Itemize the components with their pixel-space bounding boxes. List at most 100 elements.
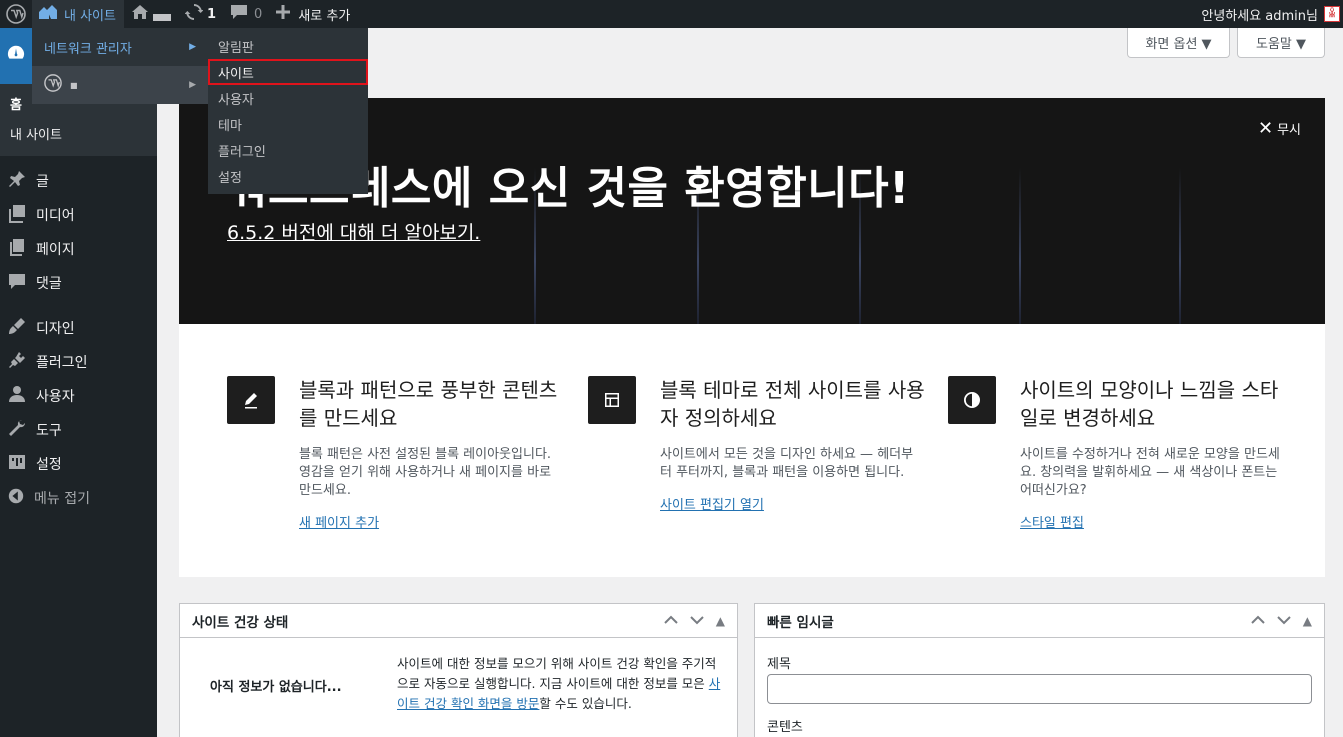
- submenu-plugins[interactable]: 플러그인: [208, 137, 368, 163]
- comment-bubble-icon: [230, 4, 248, 24]
- no-info-text: 아직 정보가 없습니다...: [210, 680, 342, 695]
- avatar: ꊎ: [1324, 6, 1340, 22]
- sidebar-item-label: 미디어: [36, 208, 75, 224]
- description-text-end: 할 수도 있습니다.: [539, 696, 632, 711]
- site-health-description: 사이트에 대한 정보를 모으기 위해 사이트 건강 확인을 주기적으로 자동으로…: [397, 654, 727, 714]
- chevron-down-icon[interactable]: [690, 614, 704, 628]
- sidebar-item-media[interactable]: 미디어: [0, 198, 157, 232]
- submenu-settings[interactable]: 설정: [208, 163, 368, 189]
- sidebar-item-label: 메뉴 접기: [34, 491, 90, 507]
- pin-icon: [7, 169, 36, 193]
- my-sites-icon: [38, 4, 58, 24]
- submenu-themes[interactable]: 테마: [208, 111, 368, 137]
- submenu-sites[interactable]: 사이트: [208, 59, 368, 85]
- site-menu-item[interactable]: ■ ▶: [32, 66, 208, 104]
- toggle-panel-icon[interactable]: ▲: [1303, 614, 1312, 628]
- my-account-menu[interactable]: 안녕하세요 admin님 ꊎ: [1194, 0, 1343, 28]
- sidebar-item-appearance[interactable]: 디자인: [0, 311, 157, 345]
- submenu-users[interactable]: 사용자: [208, 85, 368, 111]
- column-text: 사이트를 수정하거나 전혀 새로운 모양을 만드세요. 창의력을 발휘하세요 —…: [1020, 447, 1280, 498]
- wordpress-logo-icon: [44, 74, 62, 96]
- sidebar-collapse-menu[interactable]: 메뉴 접기: [0, 481, 157, 515]
- sidebar-item-label: 글: [36, 174, 49, 190]
- tools-icon: [7, 418, 36, 442]
- collapse-icon: [7, 487, 34, 509]
- sidebar-item-posts[interactable]: 글: [0, 164, 157, 198]
- plugins-icon: [7, 350, 36, 374]
- dashboard-icon: [7, 44, 25, 66]
- sidebar-sub-my-sites[interactable]: 내 사이트: [0, 118, 157, 148]
- sidebar-item-label: 사용자: [36, 389, 75, 405]
- content-label: 콘텐츠: [767, 720, 803, 735]
- wordpress-logo-icon[interactable]: [0, 0, 32, 28]
- column-title: 블록과 패턴으로 풍부한 콘텐츠를 만드세요: [299, 378, 558, 430]
- appearance-icon: [7, 316, 36, 340]
- dismiss-button[interactable]: ✕ 무시: [1258, 118, 1301, 139]
- sidebar-item-pages[interactable]: 페이지: [0, 232, 157, 266]
- new-content-menu[interactable]: 새로 추가: [269, 0, 357, 28]
- chevron-up-icon[interactable]: [1251, 614, 1265, 628]
- sidebar-item-users[interactable]: 사용자: [0, 379, 157, 413]
- add-new-page-link[interactable]: 새 페이지 추가: [299, 512, 564, 531]
- new-content-label: 새로 추가: [298, 8, 351, 24]
- column-title: 사이트의 모양이나 느낌을 스타일로 변경하세요: [1020, 378, 1279, 430]
- my-sites-label: 내 사이트: [64, 8, 116, 24]
- my-sites-dropdown: 네트워크 관리자 ▶ ■ ▶: [32, 28, 208, 104]
- sidebar-item-plugins[interactable]: 플러그인: [0, 345, 157, 379]
- title-label: 제목: [767, 657, 791, 672]
- submenu-dashboard[interactable]: 알림판: [208, 33, 368, 59]
- chevron-down-icon[interactable]: [1277, 614, 1291, 628]
- sidebar-item-settings[interactable]: 설정: [0, 447, 157, 481]
- media-icon: [7, 203, 36, 227]
- plus-icon: [276, 5, 291, 23]
- site-health-widget: 사이트 건강 상태 ▲ 아직 정보가 없습니다... 사이트에 대한 정보를 모…: [179, 603, 738, 737]
- dismiss-label: 무시: [1277, 123, 1301, 138]
- comments-menu[interactable]: 0: [223, 0, 269, 28]
- network-admin-submenu: 알림판 사이트 사용자 테마 플러그인 설정: [208, 28, 368, 194]
- chevron-up-icon[interactable]: [664, 614, 678, 628]
- version-link[interactable]: 6.5.2 버전에 대해 더 알아보기.: [227, 218, 480, 245]
- widget-title: 사이트 건강 상태: [192, 614, 289, 631]
- sidebar-item-label: 도구: [36, 423, 62, 439]
- users-icon: [7, 384, 36, 408]
- updates-menu[interactable]: 1: [178, 0, 223, 28]
- widget-title: 빠른 임시글: [767, 614, 834, 631]
- network-admin-menu-item[interactable]: 네트워크 관리자 ▶: [32, 28, 208, 66]
- draft-title-input[interactable]: [767, 674, 1312, 704]
- site-home-menu[interactable]: [124, 0, 178, 28]
- close-icon: ✕: [1257, 118, 1274, 139]
- home-icon: [131, 4, 149, 24]
- edit-styles-link[interactable]: 스타일 편집: [1020, 512, 1285, 531]
- sidebar-item-label: 댓글: [36, 276, 62, 292]
- sidebar-item-tools[interactable]: 도구: [0, 413, 157, 447]
- comments-icon: [7, 271, 36, 295]
- styles-icon: [948, 376, 996, 424]
- updates-icon: [184, 3, 204, 25]
- comments-count: 0: [254, 6, 263, 22]
- updates-count: 1: [206, 6, 217, 22]
- sidebar-item-label: 플러그인: [36, 355, 88, 371]
- greeting-text: 안녕하세요 admin님: [1201, 8, 1318, 24]
- my-sites-menu[interactable]: 내 사이트: [32, 0, 124, 28]
- layout-icon: [588, 376, 636, 424]
- toggle-panel-icon[interactable]: ▲: [716, 614, 725, 628]
- sidebar-item-comments[interactable]: 댓글: [0, 266, 157, 300]
- open-site-editor-link[interactable]: 사이트 편집기 열기: [660, 494, 925, 513]
- settings-icon: [7, 452, 36, 476]
- submenu-arrow-icon: ▶: [189, 80, 196, 90]
- sidebar-item-label: 디자인: [36, 321, 75, 337]
- column-title: 블록 테마로 전체 사이트를 사용자 정의하세요: [660, 378, 925, 430]
- screen-options-button[interactable]: 화면 옵션 ▼: [1127, 28, 1230, 58]
- sidebar-item-label: 설정: [36, 457, 62, 473]
- sidebar-item-label: 페이지: [36, 242, 75, 258]
- description-text: 사이트에 대한 정보를 모으기 위해 사이트 건강 확인을 주기적으로 자동으로…: [397, 656, 717, 691]
- help-button[interactable]: 도움말 ▼: [1237, 28, 1325, 58]
- admin-bar: 내 사이트 1 0 새로 추가 안녕하세요 admin님 ꊎ: [0, 0, 1343, 28]
- site-name: ■: [70, 80, 78, 90]
- quick-draft-widget: 빠른 임시글 ▲ 제목 콘텐츠: [754, 603, 1325, 737]
- pages-icon: [7, 237, 36, 261]
- site-name-block: [152, 13, 171, 21]
- admin-sidebar: 홈 내 사이트 글 미디어 페이지 댓글 디자인 플러그인 사용자 도구 설정: [0, 28, 157, 737]
- edit-icon: [227, 376, 275, 424]
- submenu-arrow-icon: ▶: [189, 42, 196, 52]
